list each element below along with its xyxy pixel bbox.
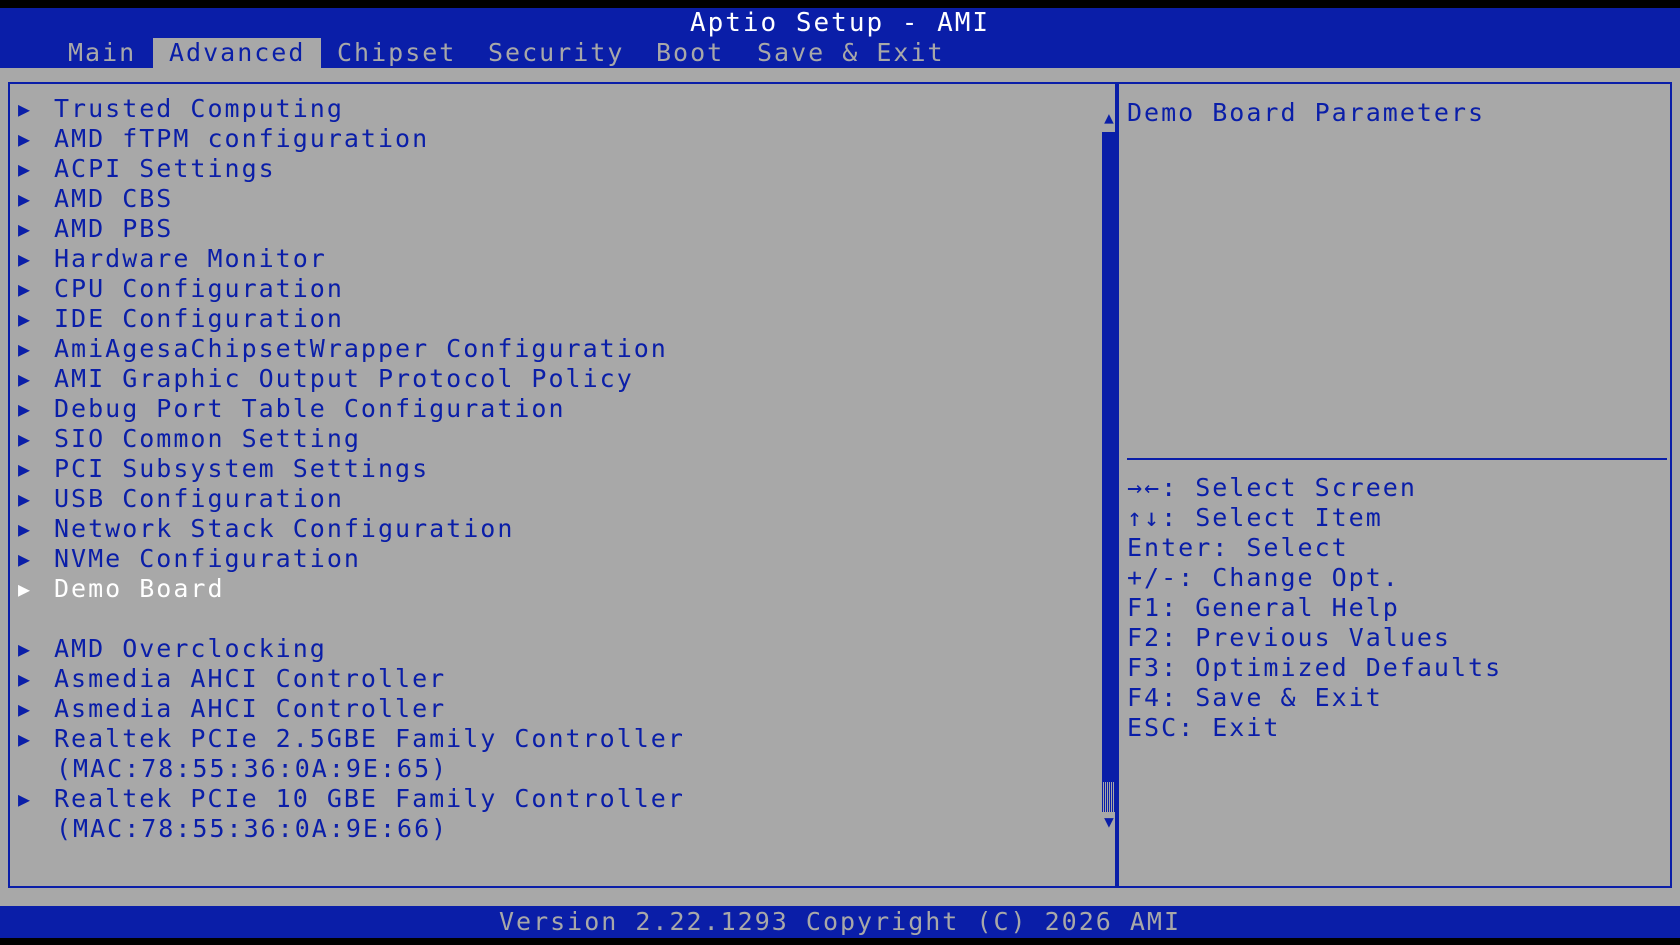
help-description: Demo Board Parameters [1127, 98, 1486, 127]
footer-version: Version 2.22.1293 Copyright (C) 2026 AMI [0, 906, 1680, 938]
menu-item-label: IDE Configuration [54, 304, 344, 333]
menu-item-label: AMD PBS [54, 214, 174, 243]
menu-item-label: NVMe Configuration [54, 544, 361, 573]
submenu-arrow-icon: ▶ [18, 337, 31, 361]
bios-screen: Aptio Setup - AMI Main Advanced Chipset … [0, 0, 1680, 945]
menu-item-label: AMI Graphic Output Protocol Policy [54, 364, 634, 393]
key-hint-change-opt: +/-: Change Opt. [1127, 563, 1400, 592]
key-hint-f2: F2: Previous Values [1127, 623, 1451, 652]
menu-item-label: Network Stack Configuration [54, 514, 515, 543]
mac-address: (MAC:78:55:36:0A:9E:66) [56, 814, 449, 843]
submenu-arrow-icon: ▶ [18, 247, 31, 271]
menu-item-label: Demo Board [54, 574, 225, 603]
tab-chipset[interactable]: Chipset [321, 38, 472, 68]
submenu-arrow-icon: ▶ [18, 217, 31, 241]
submenu-arrow-icon: ▶ [18, 307, 31, 331]
menu-panel: ▶ Trusted Computing ▶ AMD fTPM configurati… [8, 82, 1117, 888]
menu-item-label: Realtek PCIe 10 GBE Family Controller [54, 784, 685, 813]
mac-address: (MAC:78:55:36:0A:9E:65) [56, 754, 449, 783]
submenu-arrow-icon: ▶ [18, 517, 31, 541]
submenu-arrow-icon: ▶ [18, 787, 31, 811]
menu-item-label: Trusted Computing [54, 94, 344, 123]
header-bar: Aptio Setup - AMI Main Advanced Chipset … [0, 8, 1680, 68]
submenu-arrow-icon: ▶ [18, 637, 31, 661]
key-hint-f1: F1: General Help [1127, 593, 1400, 622]
main-body: ▶ Trusted Computing ▶ AMD fTPM configurati… [0, 68, 1680, 906]
submenu-arrow-icon: ▶ [18, 127, 31, 151]
menu-item-label: AMD fTPM configuration [54, 124, 430, 153]
menu-item-label: PCI Subsystem Settings [54, 454, 430, 483]
menu-item-label: Hardware Monitor [54, 244, 327, 273]
submenu-arrow-icon: ▶ [18, 547, 31, 571]
submenu-arrow-icon: ▶ [18, 277, 31, 301]
menu-item-label: Asmedia AHCI Controller [54, 664, 447, 693]
key-hint-select-item: ↑↓: Select Item [1127, 503, 1383, 532]
tab-security[interactable]: Security [472, 38, 640, 68]
menu-item-label: SIO Common Setting [54, 424, 361, 453]
menu-item-label: AMD Overclocking [54, 634, 327, 663]
submenu-arrow-icon: ▶ [18, 667, 31, 691]
key-hint-select-screen: →←: Select Screen [1127, 473, 1417, 502]
scrollbar-thumb[interactable] [1102, 132, 1116, 782]
submenu-arrow-icon: ▶ [18, 577, 31, 601]
menu-item-label: USB Configuration [54, 484, 344, 513]
menu-item-label: AmiAgesaChipsetWrapper Configuration [54, 334, 668, 363]
key-hint-esc: ESC: Exit [1127, 713, 1281, 742]
tab-bar: Main Advanced Chipset Security Boot Save… [0, 38, 1680, 68]
scrollbar-track[interactable] [1102, 782, 1116, 812]
submenu-arrow-icon: ▶ [18, 487, 31, 511]
submenu-arrow-icon: ▶ [18, 367, 31, 391]
submenu-arrow-icon: ▶ [18, 727, 31, 751]
menu-item-label: Debug Port Table Configuration [54, 394, 566, 423]
submenu-arrow-icon: ▶ [18, 427, 31, 451]
key-hint-enter: Enter: Select [1127, 533, 1349, 562]
menu-item-label: AMD CBS [54, 184, 174, 213]
submenu-arrow-icon: ▶ [18, 697, 31, 721]
tab-advanced[interactable]: Advanced [153, 38, 322, 68]
submenu-arrow-icon: ▶ [18, 397, 31, 421]
key-hint-f3: F3: Optimized Defaults [1127, 653, 1503, 682]
submenu-arrow-icon: ▶ [18, 187, 31, 211]
menu-item-label: CPU Configuration [54, 274, 344, 303]
menu-item-label: Realtek PCIe 2.5GBE Family Controller [54, 724, 685, 753]
submenu-arrow-icon: ▶ [18, 457, 31, 481]
menu-item-label: ACPI Settings [54, 154, 276, 183]
submenu-arrow-icon: ▶ [18, 157, 31, 181]
tab-main[interactable]: Main [52, 38, 152, 68]
menu-item-label: Asmedia AHCI Controller [54, 694, 447, 723]
submenu-arrow-icon: ▶ [18, 97, 31, 121]
tab-save-exit[interactable]: Save & Exit [741, 38, 961, 68]
app-title: Aptio Setup - AMI [689, 8, 991, 38]
key-hint-f4: F4: Save & Exit [1127, 683, 1383, 712]
tab-boot[interactable]: Boot [640, 38, 740, 68]
help-panel: Demo Board Parameters →←: Select Screen … [1119, 82, 1672, 888]
help-separator [1127, 458, 1667, 460]
